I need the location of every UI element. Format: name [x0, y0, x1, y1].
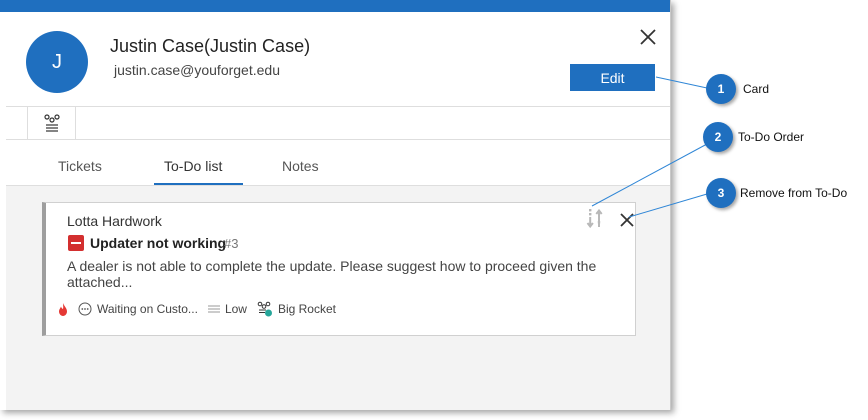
callout-leader-lines [591, 76, 708, 218]
callout-label-card: Card [743, 82, 770, 96]
callout-badge-3: 3 [706, 178, 736, 208]
callout-badge-2: 2 [703, 122, 733, 152]
callout-label-remove-from-todo: Remove from To-Do [740, 186, 848, 200]
callout-label-todo-order: To-Do Order [738, 130, 805, 144]
callout-badge-1: 1 [706, 74, 736, 104]
